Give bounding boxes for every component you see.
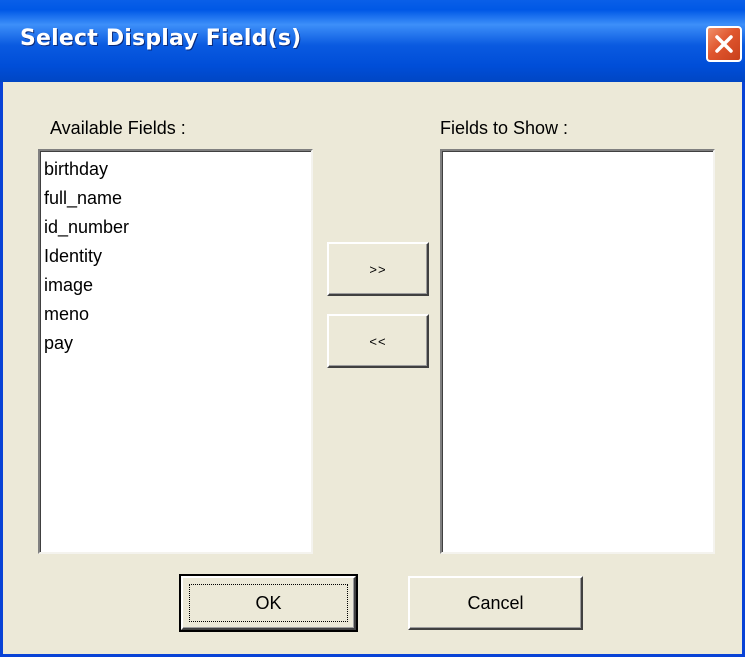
dialog-window: Select Display Field(s) Available Fields… bbox=[0, 0, 745, 657]
list-item[interactable]: id_number bbox=[40, 213, 311, 242]
list-item[interactable]: pay bbox=[40, 329, 311, 358]
cancel-button[interactable]: Cancel bbox=[408, 576, 583, 630]
list-item[interactable]: full_name bbox=[40, 184, 311, 213]
ok-button[interactable]: OK bbox=[179, 574, 358, 632]
available-fields-list[interactable]: birthday full_name id_number Identity image m… bbox=[38, 149, 313, 554]
list-item[interactable]: image bbox=[40, 271, 311, 300]
close-icon bbox=[715, 35, 733, 53]
title-bar[interactable]: Select Display Field(s) bbox=[0, 0, 745, 82]
list-item[interactable]: meno bbox=[40, 300, 311, 329]
add-field-button[interactable]: >> bbox=[327, 242, 429, 296]
fields-to-show-label: Fields to Show : bbox=[440, 118, 569, 138]
list-item[interactable]: birthday bbox=[40, 155, 311, 184]
remove-field-button[interactable]: << bbox=[327, 314, 429, 368]
fields-to-show-list[interactable] bbox=[440, 149, 715, 554]
cancel-button-label: Cancel bbox=[467, 592, 524, 613]
dialog-title: Select Display Field(s) bbox=[20, 26, 302, 51]
close-button[interactable] bbox=[706, 26, 742, 62]
list-item[interactable]: Identity bbox=[40, 242, 311, 271]
focus-indicator bbox=[189, 584, 348, 622]
available-fields-label: Available Fields : bbox=[50, 118, 186, 138]
